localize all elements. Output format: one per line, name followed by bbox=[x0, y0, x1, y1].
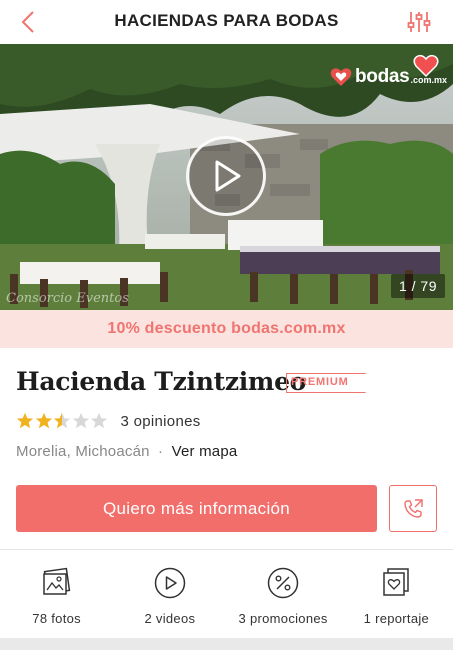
star-full-icon bbox=[35, 412, 52, 429]
brand-heart-icon bbox=[330, 68, 352, 86]
reviews-link[interactable]: 3 opiniones bbox=[121, 413, 201, 430]
bottom-edge bbox=[0, 638, 453, 650]
favorite-button[interactable] bbox=[413, 54, 439, 78]
star-empty-icon bbox=[72, 412, 89, 429]
hero-gallery[interactable]: bodas .com.mx Consorcio Eventos 1 / 79 bbox=[0, 44, 453, 310]
star-rating bbox=[16, 412, 109, 430]
star-half-icon bbox=[53, 412, 71, 429]
filter-button[interactable] bbox=[405, 8, 433, 36]
percent-icon bbox=[267, 567, 299, 599]
gallery-counter: 1 / 79 bbox=[390, 274, 445, 298]
location-separator: · bbox=[158, 443, 164, 460]
report-icon bbox=[383, 568, 410, 596]
video-play-icon bbox=[154, 567, 186, 599]
media-stats: 78 fotos 2 videos 3 promociones 1 report… bbox=[0, 550, 453, 638]
location-text: Morelia, Michoacán bbox=[16, 443, 150, 460]
discount-banner[interactable]: 10% descuento bodas.com.mx bbox=[0, 310, 453, 348]
play-icon bbox=[215, 160, 241, 192]
promotions-stat[interactable]: 3 promociones bbox=[227, 550, 340, 638]
heart-icon bbox=[413, 54, 439, 78]
request-info-button[interactable]: Quiero más información bbox=[16, 485, 377, 532]
photos-count: 78 fotos bbox=[32, 611, 81, 626]
photos-stat[interactable]: 78 fotos bbox=[0, 550, 113, 638]
phone-icon bbox=[404, 498, 423, 518]
reports-count: 1 reportaje bbox=[363, 611, 430, 626]
star-full-icon bbox=[16, 412, 34, 429]
reports-stat[interactable]: 1 reportaje bbox=[340, 550, 453, 638]
premium-badge: PREMIUM bbox=[286, 372, 366, 393]
sliders-icon bbox=[407, 12, 431, 32]
videos-count: 2 videos bbox=[144, 611, 196, 626]
view-map-link[interactable]: Ver mapa bbox=[172, 443, 238, 460]
back-button[interactable] bbox=[14, 8, 42, 36]
chevron-left-icon bbox=[21, 11, 34, 33]
venue-name: Hacienda Tzintzimeo bbox=[16, 367, 307, 396]
play-video-button[interactable] bbox=[186, 136, 266, 216]
location-row: Morelia, Michoacán · Ver mapa bbox=[16, 443, 237, 460]
star-empty-icon bbox=[90, 412, 108, 429]
photos-icon bbox=[42, 567, 70, 595]
rating-row[interactable]: 3 opiniones bbox=[16, 410, 201, 432]
top-bar: HACIENDAS PARA BODAS bbox=[0, 0, 453, 44]
call-button[interactable] bbox=[389, 485, 437, 532]
page-title: HACIENDAS PARA BODAS bbox=[114, 11, 339, 30]
photo-watermark: Consorcio Eventos bbox=[6, 291, 129, 306]
promotions-count: 3 promociones bbox=[238, 611, 328, 626]
videos-stat[interactable]: 2 videos bbox=[113, 550, 226, 638]
